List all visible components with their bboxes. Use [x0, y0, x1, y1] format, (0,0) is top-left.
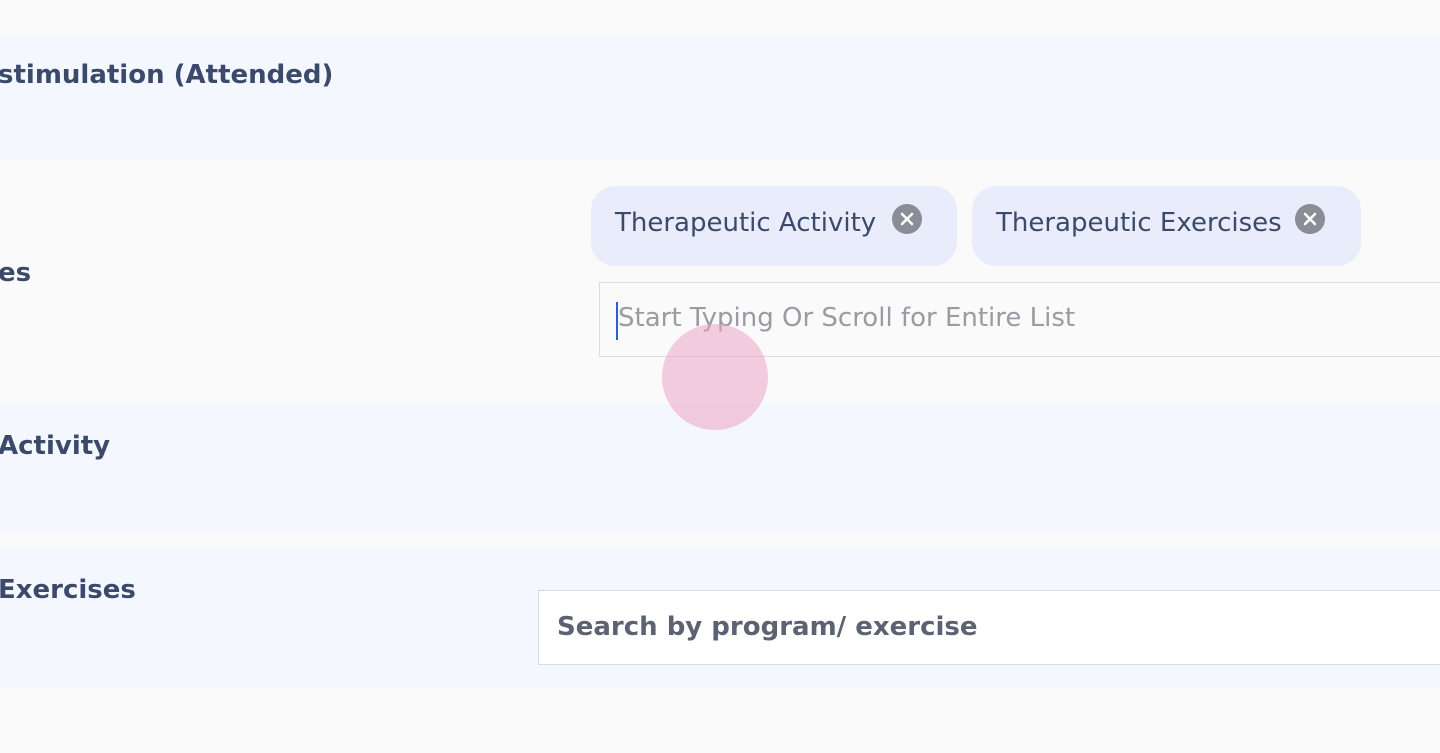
chip-label: Therapeutic Activity	[615, 208, 877, 238]
row-stimulation: stimulation (Attended)	[0, 36, 1440, 160]
typeahead-placeholder: Start Typing Or Scroll for Entire List	[618, 303, 1076, 333]
row-label-therapeutic-exercises: Exercises	[0, 575, 136, 605]
text-caret	[616, 302, 618, 340]
close-circle-icon[interactable]	[1295, 204, 1325, 234]
touch-indicator	[662, 324, 768, 430]
selected-chip-therapeutic-activity: Therapeutic Activity	[591, 186, 957, 266]
row-label-modalities: es	[0, 258, 32, 288]
close-circle-icon[interactable]	[892, 204, 922, 234]
page: stimulation (Attended) es Activity Exerc…	[0, 0, 1440, 753]
row-label-therapeutic-activity: Activity	[0, 431, 111, 461]
selected-chip-therapeutic-exercises: Therapeutic Exercises	[972, 186, 1361, 266]
search-placeholder: Search by program/ exercise	[557, 612, 978, 642]
row-label-stimulation: stimulation (Attended)	[0, 60, 334, 90]
chip-label: Therapeutic Exercises	[996, 208, 1282, 238]
program-exercise-search-input[interactable]: Search by program/ exercise	[538, 590, 1440, 665]
